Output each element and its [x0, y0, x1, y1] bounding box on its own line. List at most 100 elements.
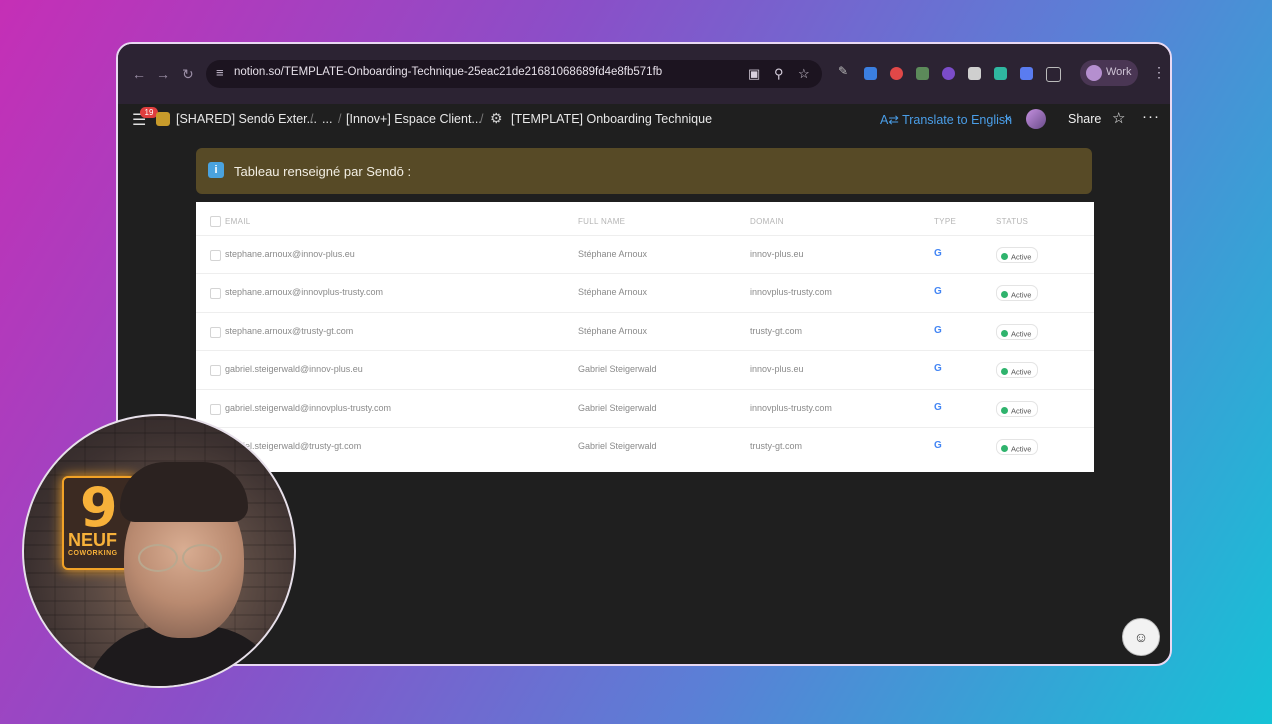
google-icon: G: [934, 286, 942, 297]
breadcrumb-2[interactable]: ...: [322, 112, 332, 126]
domain-cell: innovplus-trusty.com: [750, 287, 832, 297]
name-cell: Gabriel Steigerwald: [578, 364, 657, 374]
domain-cell: innov-plus.eu: [750, 364, 804, 374]
row-checkbox[interactable]: [210, 288, 221, 299]
extensions-puzzle-icon[interactable]: [1046, 67, 1061, 82]
table-row[interactable]: gabriel.steigerwald@innovplus-trusty.com…: [196, 389, 1094, 428]
name-cell: Gabriel Steigerwald: [578, 403, 657, 413]
table-row[interactable]: stephane.arnoux@innov-plus.eu Stéphane A…: [196, 235, 1094, 274]
column-header-type: TYPE: [934, 217, 957, 226]
reload-icon[interactable]: ↻: [182, 66, 194, 83]
notion-topbar: ☰ 19 [SHARED] Sendō Exter... / ... / [In…: [118, 104, 1170, 138]
status-text: Active: [1011, 329, 1032, 339]
status-badge: Active: [996, 439, 1039, 455]
email-cell: stephane.arnoux@innov-plus.eu: [225, 249, 355, 259]
name-cell: Stéphane Arnoux: [578, 287, 648, 297]
row-checkbox[interactable]: [210, 404, 221, 415]
name-cell: Gabriel Steigerwald: [578, 441, 657, 451]
breadcrumb-separator: /: [338, 112, 342, 126]
email-cell: gabriel.steigerwald@innovplus-trusty.com: [225, 403, 392, 413]
webcam-overlay: 9 NEUF COWORKING: [22, 414, 296, 688]
site-settings-icon[interactable]: ≡: [216, 65, 224, 80]
extension-icon-7[interactable]: [1020, 67, 1033, 80]
breadcrumb-4[interactable]: [TEMPLATE] Onboarding Technique: [511, 112, 712, 126]
pen-extension-icon[interactable]: ✎: [838, 64, 851, 78]
column-header-status: STATUS: [996, 217, 1029, 226]
select-all-checkbox[interactable]: [210, 216, 221, 227]
google-icon: G: [934, 440, 942, 451]
check-icon: [1001, 330, 1008, 338]
profile-label: Work: [1106, 66, 1132, 78]
row-checkbox[interactable]: [210, 365, 221, 376]
status-badge: Active: [996, 247, 1039, 263]
zoom-icon[interactable]: ⚲: [774, 66, 784, 82]
bookmark-star-icon[interactable]: ☆: [798, 66, 810, 82]
check-icon: [1001, 445, 1008, 453]
check-icon: [1001, 253, 1008, 261]
domain-cell: innov-plus.eu: [750, 249, 804, 259]
breadcrumb-separator: /: [310, 112, 314, 126]
extension-icon-3[interactable]: [916, 67, 929, 80]
name-cell: Stéphane Arnoux: [578, 326, 648, 336]
column-header-full-name: FULL NAME: [578, 217, 626, 226]
neon-sign-sub: COWORKING: [68, 550, 118, 557]
status-text: Active: [1011, 252, 1032, 262]
extension-icon-2[interactable]: [890, 67, 903, 80]
chip-icon: ⚙: [490, 110, 503, 126]
status-text: Active: [1011, 367, 1032, 377]
table-row[interactable]: gabriel.steigerwald@trusty-gt.com Gabrie…: [196, 427, 1094, 466]
translate-icon: A⇄: [880, 113, 903, 127]
presenter-glasses: [134, 544, 224, 572]
notion-ai-helper-button[interactable]: ☺: [1122, 618, 1160, 656]
breadcrumb-separator: /: [480, 112, 484, 126]
favorite-star-icon[interactable]: ☆: [1112, 109, 1125, 127]
google-icon: G: [934, 363, 942, 374]
google-icon: G: [934, 325, 942, 336]
google-icon: G: [934, 402, 942, 413]
browser-menu-icon[interactable]: ⋮: [1152, 64, 1166, 81]
extension-icon-6[interactable]: [994, 67, 1007, 80]
email-cell: stephane.arnoux@innovplus-trusty.com: [225, 287, 384, 297]
breadcrumb-3[interactable]: [Innov+] Espace Client...: [346, 112, 482, 126]
share-button[interactable]: Share: [1068, 112, 1101, 126]
extension-icon-1[interactable]: [864, 67, 877, 80]
url-text[interactable]: notion.so/TEMPLATE-Onboarding-Technique-…: [234, 66, 662, 78]
user-avatar[interactable]: [1026, 109, 1046, 129]
more-options-icon[interactable]: ···: [1142, 108, 1160, 125]
back-icon[interactable]: ←: [132, 66, 146, 82]
profile-button[interactable]: Work: [1080, 60, 1138, 86]
workspace-icon: [156, 112, 170, 126]
table-row[interactable]: stephane.arnoux@innovplus-trusty.com Sté…: [196, 273, 1094, 312]
browser-toolbar: ← → ↻ ≡ notion.so/TEMPLATE-Onboarding-Te…: [118, 44, 1170, 104]
translate-label: Translate to English: [902, 113, 1013, 127]
status-badge: Active: [996, 285, 1039, 301]
profile-avatar: [1086, 65, 1102, 81]
address-bar[interactable]: ≡ notion.so/TEMPLATE-Onboarding-Techniqu…: [206, 60, 822, 88]
domain-cell: innovplus-trusty.com: [750, 403, 832, 413]
info-icon: i: [208, 162, 224, 178]
check-icon: [1001, 407, 1008, 415]
screenshot-icon[interactable]: ▣: [748, 66, 760, 82]
close-translate-icon[interactable]: ×: [1004, 111, 1012, 126]
google-icon: G: [934, 248, 942, 259]
domain-cell: trusty-gt.com: [750, 326, 803, 336]
row-checkbox[interactable]: [210, 250, 221, 261]
table-row[interactable]: gabriel.steigerwald@innov-plus.eu Gabrie…: [196, 350, 1094, 389]
forward-icon[interactable]: →: [156, 66, 170, 82]
check-icon: [1001, 291, 1008, 299]
check-icon: [1001, 368, 1008, 376]
status-text: Active: [1011, 290, 1032, 300]
callout-text: Tableau renseigné par Sendō :: [234, 164, 412, 179]
translate-button[interactable]: A⇄ Translate to English: [880, 112, 1012, 127]
presenter-hair: [120, 462, 248, 522]
status-text: Active: [1011, 406, 1032, 416]
status-badge: Active: [996, 324, 1039, 340]
domain-cell: trusty-gt.com: [750, 441, 803, 451]
extension-icon-4[interactable]: [942, 67, 955, 80]
row-checkbox[interactable]: [210, 327, 221, 338]
email-cell: gabriel.steigerwald@innov-plus.eu: [225, 364, 363, 374]
table-row[interactable]: stephane.arnoux@trusty-gt.com Stéphane A…: [196, 312, 1094, 351]
extension-icon-5[interactable]: [968, 67, 981, 80]
breadcrumb-1[interactable]: [SHARED] Sendō Exter...: [176, 112, 317, 126]
column-header-email: EMAIL: [225, 217, 251, 226]
